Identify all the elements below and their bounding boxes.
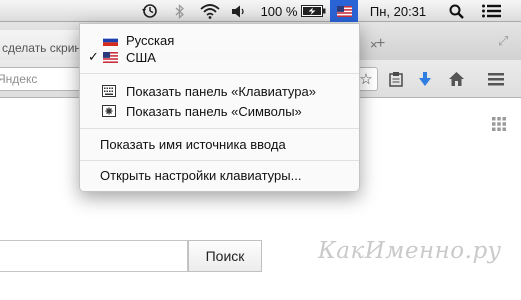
bluetooth-icon[interactable] (173, 0, 185, 22)
menu-item-label: США (126, 49, 156, 65)
home-icon[interactable] (446, 69, 466, 89)
menu-item-label: Открыть настройки клавиатуры... (100, 167, 302, 183)
menu-item-label: Показать имя источника ввода (100, 136, 286, 152)
reading-list-icon[interactable] (386, 69, 406, 89)
menu-item-keyboard-viewer[interactable]: Показать панель «Клавиатура» (80, 81, 359, 101)
menubar-clock[interactable]: Пн, 20:31 (360, 0, 436, 22)
battery-percentage: 100 % (260, 3, 298, 19)
downloads-icon[interactable] (415, 69, 435, 89)
macos-menu-bar: 100 % Пн, 20:31 (0, 0, 521, 22)
keyboard-viewer-icon (102, 85, 116, 100)
time-machine-icon[interactable] (141, 0, 159, 22)
search-button[interactable]: Поиск (188, 240, 262, 272)
battery-charging-icon[interactable] (300, 0, 326, 22)
menu-item-label: Русская (126, 32, 175, 48)
notification-center-icon[interactable] (480, 0, 502, 22)
menu-separator (80, 128, 359, 129)
input-source-menu: Русская ✓ США Показать панель «Клавиатур… (79, 23, 360, 192)
checkmark-icon: ✓ (88, 49, 99, 64)
character-viewer-icon (102, 105, 116, 120)
menu-item-label: Показать панель «Клавиатура» (126, 83, 316, 99)
tab-title: сделать скрин (2, 41, 82, 55)
spotlight-icon[interactable] (447, 0, 465, 22)
menu-item-show-input-source-name[interactable]: Показать имя источника ввода (80, 134, 359, 154)
watermark: КакИменно.ру (318, 238, 502, 264)
menu-separator (80, 160, 359, 161)
wifi-icon[interactable] (199, 0, 221, 22)
menu-hamburger-icon[interactable] (486, 69, 506, 89)
menu-separator (80, 73, 359, 74)
menu-item-keyboard-preferences[interactable]: Открыть настройки клавиатуры... (80, 165, 359, 185)
search-input[interactable] (0, 240, 188, 272)
fullscreen-icon[interactable]: ⤢ (498, 33, 508, 49)
menu-item-character-viewer[interactable]: Показать панель «Символы» (80, 101, 359, 121)
input-source-flag-icon[interactable] (330, 0, 358, 22)
menu-item-usa[interactable]: ✓ США (80, 47, 359, 67)
menu-item-label: Показать панель «Символы» (126, 103, 302, 119)
apps-grid-icon[interactable] (492, 117, 506, 134)
volume-icon[interactable] (231, 0, 247, 22)
new-tab-icon[interactable]: + (376, 35, 385, 53)
usa-flag-icon (103, 51, 118, 66)
address-bar-placeholder: Яндекс (0, 72, 38, 86)
